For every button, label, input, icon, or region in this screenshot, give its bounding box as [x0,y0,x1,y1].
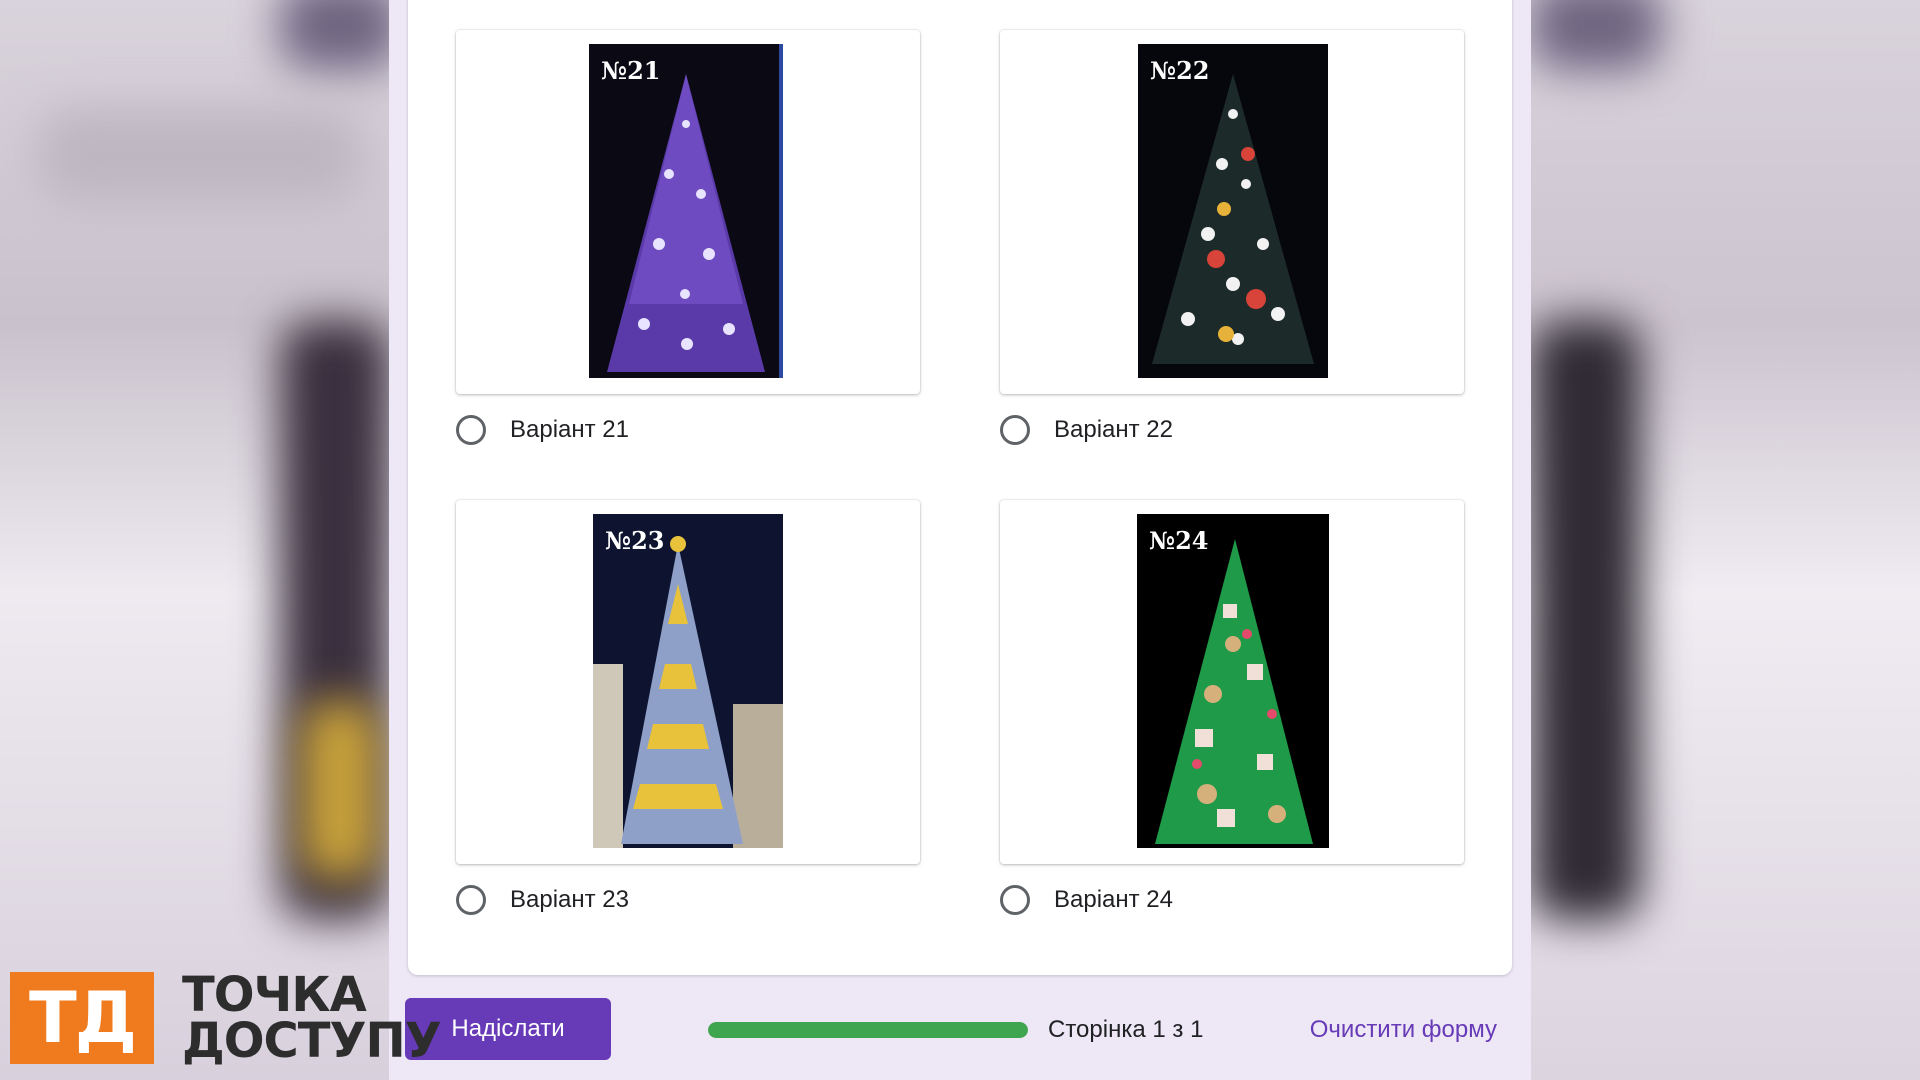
page-indicator: Сторінка 1 з 1 [1048,1016,1204,1043]
option-label-24: Варіант 24 [1054,886,1173,913]
form-page: №21 Варіант 21 №22 Варіант 22 №23 Варіан… [389,0,1531,1080]
form-footer: Надіслати Сторінка 1 з 1 Очистити форму [389,985,1531,1080]
radio-row-23[interactable]: Варіант 23 [456,880,629,920]
clear-form-link[interactable]: Очистити форму [1310,1016,1497,1044]
tochka-dostupu-logo: ТД ТОЧКА ДОСТУПУ [10,967,470,1070]
radio-button-24[interactable] [1000,885,1030,915]
logo-mark: ТД [10,972,154,1064]
option-label-22: Варіант 22 [1054,416,1173,443]
tree-number-label: №24 [1149,526,1209,555]
progress-bar [708,1022,1028,1038]
tree-number-label: №21 [601,56,661,85]
tree-photo-21: №21 [589,44,783,378]
logo-line-2: ДОСТУПУ [182,1013,442,1069]
tree-photo-24: №24 [1137,514,1329,848]
option-image-card: №24 [1000,500,1464,864]
tree-photo-23: №23 [593,514,783,848]
logo-text: ТОЧКА ДОСТУПУ [182,967,442,1069]
option-label-21: Варіант 21 [510,416,629,443]
radio-row-24[interactable]: Варіант 24 [1000,880,1173,920]
progress-bar-fill [708,1022,1028,1038]
option-image-card: №21 [456,30,920,394]
tree-photo-22: №22 [1138,44,1328,378]
background-left [0,0,389,1080]
option-label-23: Варіант 23 [510,886,629,913]
radio-button-22[interactable] [1000,415,1030,445]
option-image-card: №22 [1000,30,1464,394]
radio-row-21[interactable]: Варіант 21 [456,410,629,450]
radio-button-23[interactable] [456,885,486,915]
form-card: №21 Варіант 21 №22 Варіант 22 №23 Варіан… [408,0,1512,975]
tree-number-label: №22 [1150,56,1210,85]
option-image-card: №23 [456,500,920,864]
background-right [1531,0,1920,1080]
radio-button-21[interactable] [456,415,486,445]
tree-number-label: №23 [605,526,665,555]
radio-row-22[interactable]: Варіант 22 [1000,410,1173,450]
logo-line-1: ТОЧКА [182,967,367,1023]
